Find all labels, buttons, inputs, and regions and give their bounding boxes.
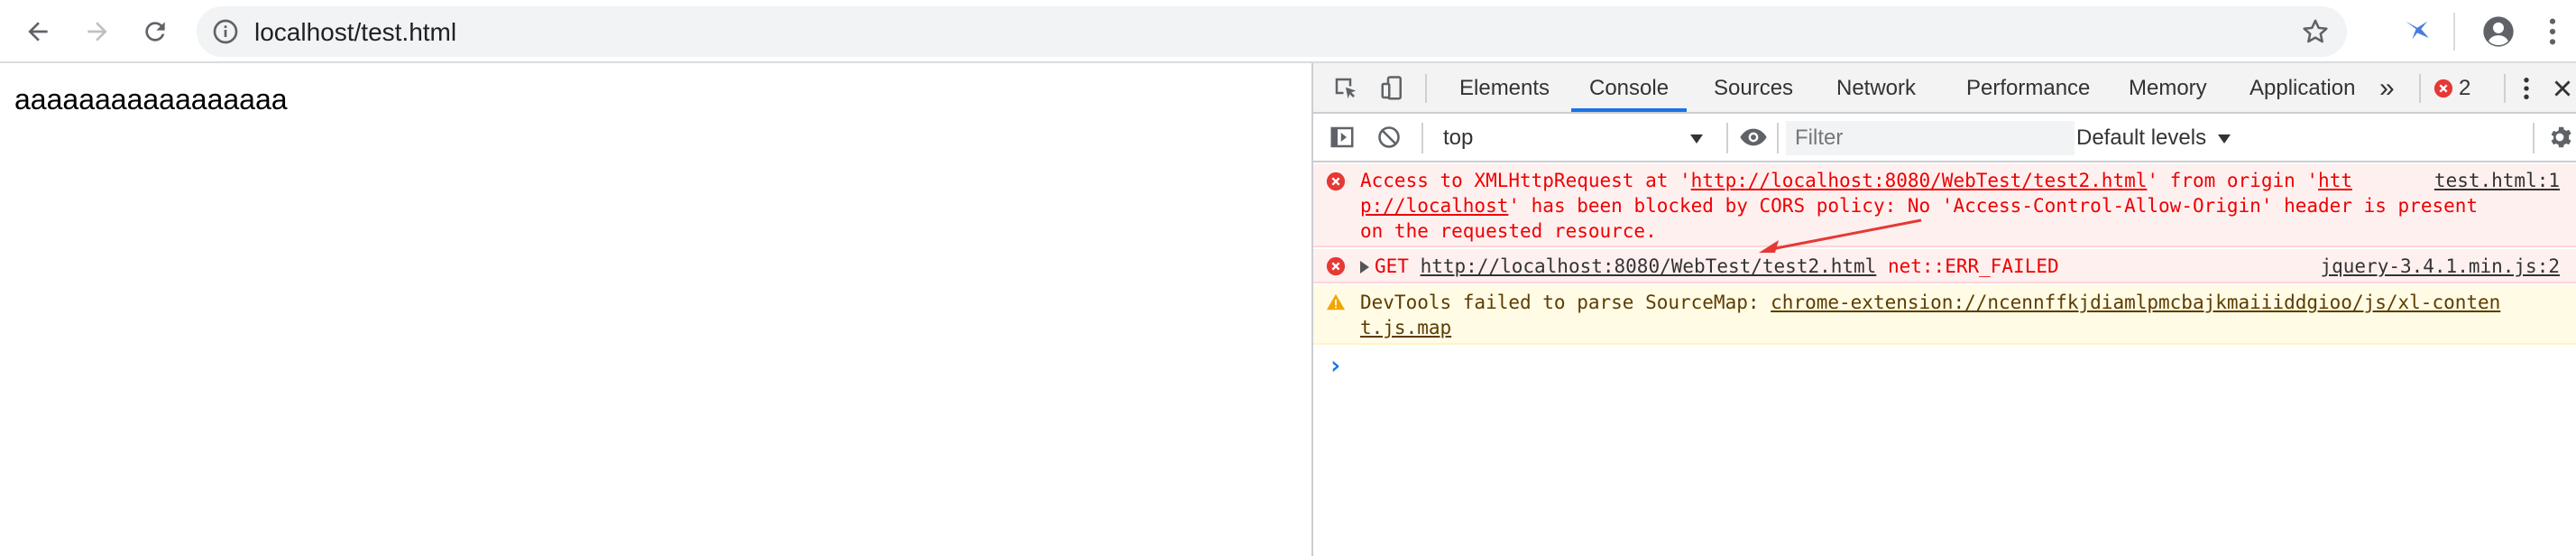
profile-avatar-icon[interactable] [2479, 12, 2518, 51]
info-icon[interactable] [211, 17, 240, 46]
toolbar-separator [1726, 123, 1728, 153]
address-bar[interactable]: localhost/test.html [197, 6, 2347, 57]
page-body-text: aaaaaaaaaaaaaaaaa [14, 83, 288, 116]
message-source-link[interactable]: jquery-3.4.1.min.js:2 [2320, 254, 2560, 279]
sourcemap-link-part2[interactable]: t.js.map [1360, 317, 1451, 338]
console-message-get-error[interactable]: GET http://localhost:8080/WebTest/test2.… [1313, 249, 2576, 283]
live-expression-eye-icon[interactable] [1737, 121, 1770, 153]
tab-sources[interactable]: Sources [1696, 63, 1811, 112]
error-icon [1326, 256, 1346, 276]
devtools-panel: Elements Console Sources Network Perform… [1311, 63, 2576, 556]
devtools-tab-bar: Elements Console Sources Network Perform… [1313, 63, 2576, 114]
log-levels-label: Default levels [2076, 125, 2207, 150]
close-devtools-icon[interactable] [2549, 72, 2576, 105]
more-tabs-chevron-icon[interactable]: » [2370, 63, 2404, 112]
tab-console[interactable]: Console [1571, 63, 1688, 112]
warning-icon [1326, 293, 1346, 310]
message-source-link[interactable]: test.html:1 [2434, 168, 2560, 193]
tab-network[interactable]: Network [1818, 63, 1934, 112]
expand-triangle-icon[interactable] [1360, 261, 1369, 273]
console-filter-input[interactable] [1786, 121, 2075, 155]
reload-icon[interactable] [135, 12, 175, 51]
star-icon[interactable] [2300, 16, 2331, 47]
cors-error-text: Access to XMLHttpRequest at 'http://loca… [1360, 170, 2479, 242]
annotation-arrow-icon [1759, 218, 1922, 253]
console-prompt[interactable]: › [1328, 350, 1343, 380]
forward-arrow-icon[interactable] [78, 12, 117, 51]
kebab-menu-icon[interactable] [2535, 12, 2571, 51]
get-url-link[interactable]: http://localhost:8080/WebTest/test2.html [1421, 255, 1877, 277]
toolbar-separator [1421, 123, 1423, 153]
console-sidebar-icon[interactable] [1326, 121, 1358, 153]
origin-link-part1[interactable]: htt [2318, 170, 2352, 191]
tab-separator [2419, 74, 2421, 103]
console-settings-gear-icon[interactable] [2545, 121, 2574, 153]
error-badge-icon [2433, 79, 2453, 98]
device-toolbar-icon[interactable] [1376, 72, 1409, 105]
devtools-menu-icon[interactable] [2513, 72, 2540, 105]
tab-performance[interactable]: Performance [1948, 63, 2108, 112]
console-toolbar: top Default levels [1313, 114, 2576, 162]
caret-down-icon [1690, 134, 1703, 144]
tab-memory[interactable]: Memory [2111, 63, 2225, 112]
caret-down-icon [2217, 134, 2231, 144]
error-icon [1326, 171, 1346, 191]
log-levels-dropdown[interactable]: Default levels [2076, 123, 2231, 153]
console-message-sourcemap-warning: DevTools failed to parse SourceMap: chro… [1313, 285, 2576, 345]
request-url-link[interactable]: http://localhost:8080/WebTest/test2.html [1691, 170, 2148, 191]
prompt-chevron-icon: › [1328, 350, 1343, 380]
clear-console-icon[interactable] [1373, 121, 1405, 153]
url-text[interactable]: localhost/test.html [254, 18, 456, 47]
toolbar-separator [2453, 13, 2455, 51]
tab-application[interactable]: Application [2231, 63, 2373, 112]
tab-separator [2504, 74, 2506, 103]
browser-toolbar: localhost/test.html [0, 0, 2576, 63]
page-viewport: aaaaaaaaaaaaaaaaa [0, 63, 1311, 556]
tab-separator [1425, 74, 1427, 103]
toolbar-separator [2533, 123, 2535, 153]
back-arrow-icon[interactable] [18, 12, 58, 51]
inspect-element-icon[interactable] [1329, 72, 1362, 105]
context-select[interactable]: top [1443, 123, 1714, 153]
error-count: 2 [2459, 76, 2471, 100]
tab-elements[interactable]: Elements [1441, 63, 1568, 112]
error-counter[interactable]: 2 [2433, 76, 2470, 101]
toolbar-separator [1777, 123, 1779, 153]
console-message-cors-error: Access to XMLHttpRequest at 'http://loca… [1313, 164, 2576, 247]
origin-link-part2[interactable]: p://localhost [1360, 195, 1508, 217]
extension-icon[interactable] [2397, 12, 2437, 51]
sourcemap-warning-text: DevTools failed to parse SourceMap: chro… [1360, 292, 2501, 338]
sourcemap-link-part1[interactable]: chrome-extension://ncennffkjdiamlpmcbajk… [1771, 292, 2500, 313]
context-select-value: top [1443, 125, 1474, 150]
